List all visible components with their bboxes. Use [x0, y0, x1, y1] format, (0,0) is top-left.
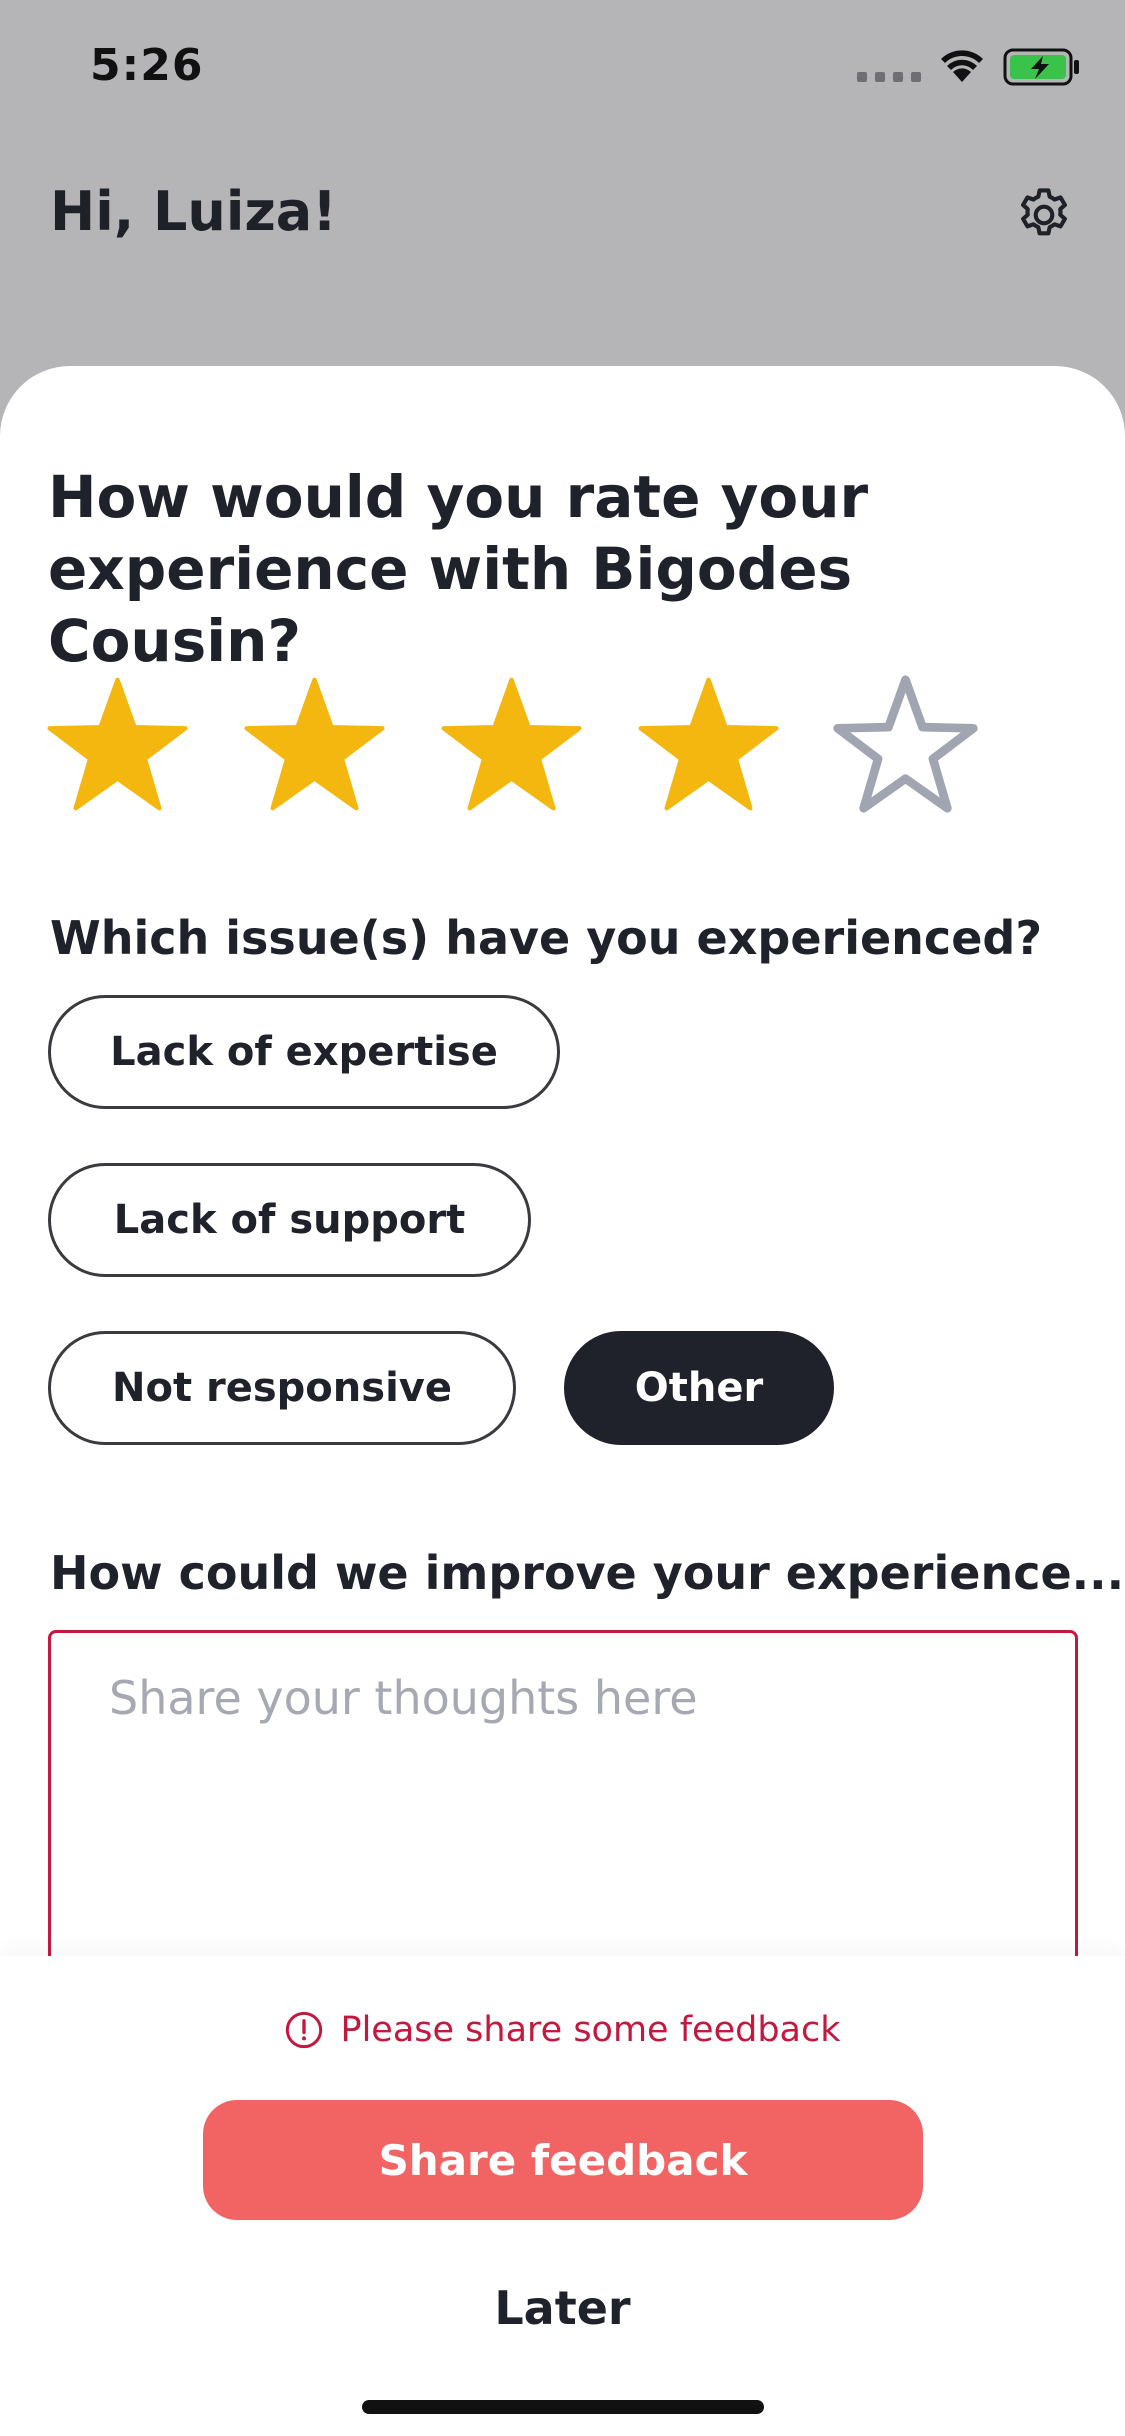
issue-option-lack-of-expertise[interactable]: Lack of expertise [48, 995, 560, 1109]
greeting: Hi, Luiza! [50, 180, 337, 243]
issue-option-other[interactable]: Other [564, 1331, 834, 1445]
star-filled-icon[interactable] [242, 674, 387, 814]
status-icons [857, 48, 1081, 86]
star-filled-icon[interactable] [45, 674, 190, 814]
issue-option-not-responsive[interactable]: Not responsive [48, 1331, 516, 1445]
star-filled-icon[interactable] [439, 674, 584, 814]
error-text: Please share some feedback [340, 2010, 841, 2050]
header: Hi, Luiza! [0, 140, 1125, 370]
error-message: Please share some feedback [0, 2010, 1125, 2050]
wifi-icon [941, 50, 983, 82]
star-rating [45, 674, 978, 814]
star-empty-icon[interactable] [833, 674, 978, 814]
feedback-placeholder: Share your thoughts here [109, 1671, 698, 1725]
share-feedback-button[interactable]: Share feedback [203, 2100, 923, 2220]
improve-title: How could we improve your experience... [50, 1546, 1125, 1600]
cellular-signal-icon [857, 52, 921, 82]
status-bar: 5:26 [0, 0, 1125, 140]
rating-question: How would you rate your experience with … [48, 463, 869, 675]
star-filled-icon[interactable] [636, 674, 781, 814]
later-button[interactable]: Later [0, 2281, 1125, 2335]
home-indicator [362, 2400, 764, 2414]
status-time: 5:26 [90, 40, 204, 91]
gear-icon[interactable] [1013, 184, 1075, 246]
issue-option-lack-of-support[interactable]: Lack of support [48, 1163, 531, 1277]
alert-circle-icon [286, 2011, 323, 2049]
footer: Please share some feedback Share feedbac… [0, 1956, 1125, 2436]
issues-title: Which issue(s) have you experienced? [50, 911, 1043, 965]
battery-charging-icon [1003, 48, 1079, 86]
